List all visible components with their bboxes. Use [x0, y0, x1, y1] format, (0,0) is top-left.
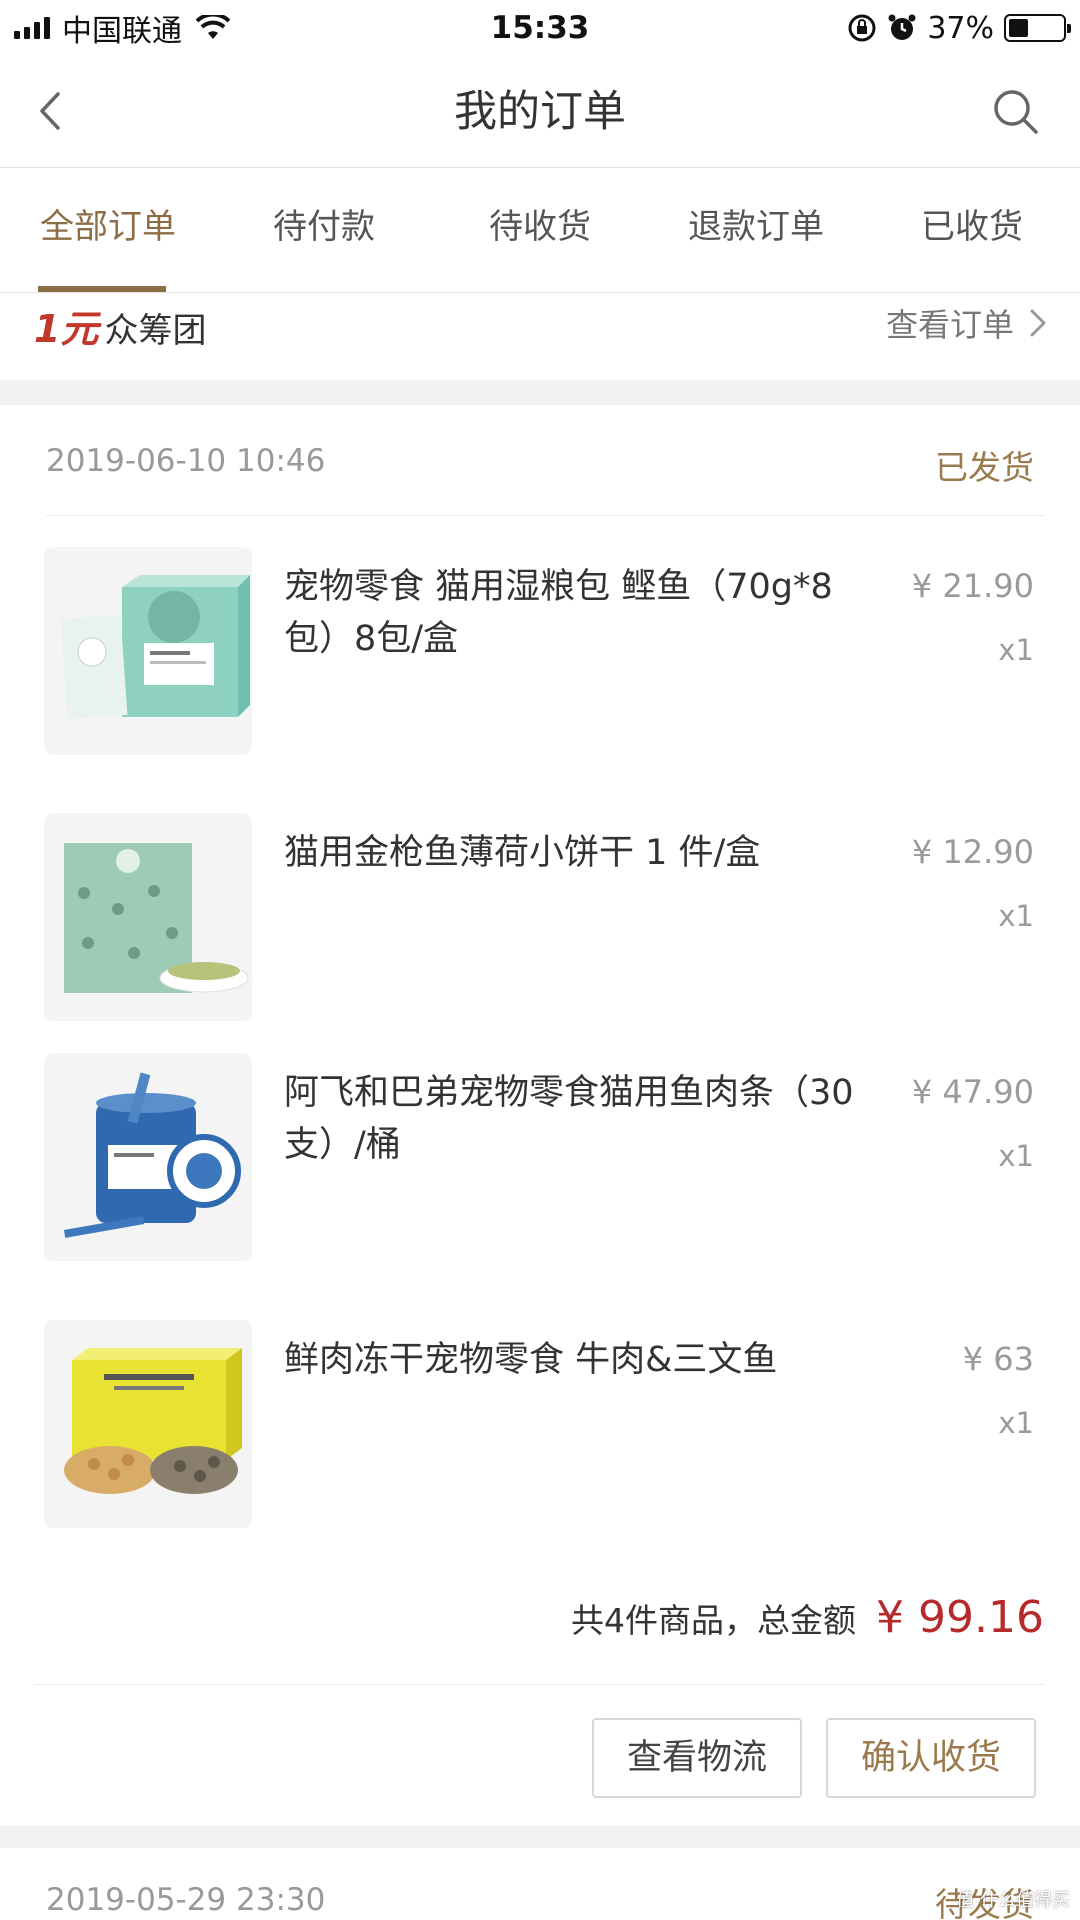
tab-label: 已收货 [921, 207, 1023, 247]
product-price: ¥ 47.90 [911, 1073, 1034, 1111]
product-quantity: x1 [998, 1139, 1034, 1173]
tab-label: 待付款 [273, 207, 375, 247]
product-name: 宠物零食 猫用湿粮包 鲣鱼（70g*8包）8包/盒 [284, 567, 833, 659]
tab-label: 退款订单 [688, 207, 824, 247]
divider [46, 515, 1045, 516]
nav-bar: 我的订单 [0, 56, 1080, 168]
view-orders-link[interactable]: 查看订单 [886, 300, 1050, 346]
product-quantity: x1 [998, 1406, 1034, 1440]
status-right: 37% [847, 8, 1071, 48]
order-item[interactable]: 鲜肉冻干宠物零食 牛肉&三文鱼 ¥ 63 x1 [0, 1320, 1080, 1532]
summary-text: 共4件商品，总金额 [571, 1601, 857, 1640]
order-header: 2019-06-10 10:46 已发货 [0, 405, 1080, 515]
battery-icon [1004, 14, 1071, 42]
product-price: ¥ 63 [962, 1340, 1034, 1378]
view-logistics-button[interactable]: 查看物流 [592, 1718, 802, 1798]
product-price: ¥ 21.90 [911, 567, 1034, 605]
crowdfunding-amount: 1元 [34, 307, 99, 351]
order-tabs: 全部订单 待付款 待收货 退款订单 已收货 [0, 169, 1080, 293]
chevron-right-icon [1030, 309, 1046, 337]
alarm-icon [888, 14, 916, 40]
section-gap [0, 380, 1080, 405]
product-image-biscuit [44, 813, 252, 1021]
view-orders-label: 查看订单 [885, 306, 1014, 344]
product-quantity: x1 [998, 899, 1034, 933]
battery-fill [1009, 19, 1029, 37]
order-item[interactable]: 宠物零食 猫用湿粮包 鲣鱼（70g*8包）8包/盒 ¥ 21.90 x1 [0, 547, 1080, 759]
product-name: 鲜肉冻干宠物零食 牛肉&三文鱼 [284, 1340, 778, 1380]
product-image-freeze-dried [44, 1320, 252, 1528]
crowdfunding-brand: 1元 众筹团 [34, 298, 206, 353]
divider [34, 1684, 1045, 1685]
tab-pending-payment[interactable]: 待付款 [216, 169, 432, 292]
tab-label: 待收货 [489, 207, 591, 247]
crowdfunding-banner: 1元 众筹团 查看订单 [0, 294, 1080, 380]
order-summary: 共4件商品，总金额 ¥ 99.16 [571, 1592, 1044, 1643]
status-bar: 中国联通 15:33 37% [0, 0, 1080, 56]
tab-received[interactable]: 已收货 [864, 169, 1080, 292]
order-item[interactable]: 猫用金枪鱼薄荷小饼干 1 件/盒 ¥ 12.90 x1 [0, 813, 1080, 1025]
rotation-lock-icon [848, 14, 876, 42]
order-status: 已发货 [935, 448, 1034, 487]
order-date: 2019-06-10 10:46 [46, 443, 326, 479]
search-icon[interactable] [990, 86, 1040, 136]
page-title: 我的订单 [454, 87, 626, 137]
crowdfunding-name: 众筹团 [104, 311, 207, 351]
order-total: ¥ 99.16 [876, 1592, 1044, 1643]
tab-all-orders[interactable]: 全部订单 [0, 169, 216, 292]
order-date: 2019-05-29 23:30 [46, 1882, 326, 1918]
tab-pending-receipt[interactable]: 待收货 [432, 169, 648, 292]
product-quantity: x1 [998, 633, 1034, 667]
product-price: ¥ 12.90 [911, 833, 1034, 871]
battery-percent: 37% [927, 10, 994, 46]
confirm-receipt-button[interactable]: 确认收货 [826, 1718, 1036, 1798]
product-image-wet-food [44, 547, 252, 755]
product-image-fish-sticks [44, 1053, 252, 1261]
active-tab-indicator [38, 286, 166, 292]
watermark: 值 什么值得买 [956, 1890, 1070, 1911]
section-gap [0, 1826, 1080, 1848]
product-name: 阿飞和巴弟宠物零食猫用鱼肉条（30支）/桶 [284, 1073, 854, 1165]
tab-refund-orders[interactable]: 退款订单 [648, 169, 864, 292]
order-item[interactable]: 阿飞和巴弟宠物零食猫用鱼肉条（30支）/桶 ¥ 47.90 x1 [0, 1053, 1080, 1265]
tab-label: 全部订单 [40, 207, 176, 247]
product-name: 猫用金枪鱼薄荷小饼干 1 件/盒 [284, 833, 761, 873]
